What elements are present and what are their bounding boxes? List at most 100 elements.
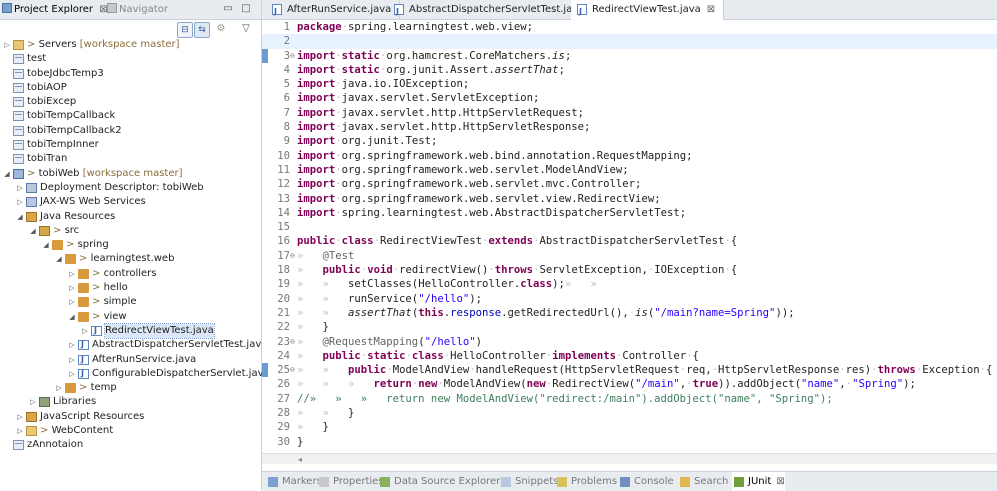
expanded-arrow-icon[interactable]: ◢ [55, 252, 63, 266]
collapsed-arrow-icon[interactable]: ▷ [16, 424, 24, 438]
collapsed-arrow-icon[interactable]: ▷ [3, 38, 11, 52]
tree-item[interactable]: ▷ JavaScript Resources [0, 410, 261, 424]
tree-item[interactable]: tobiTempCallback2 [0, 124, 261, 138]
code-editor[interactable]: 1 package·spring.learningtest.web.view; 2 3… [262, 20, 997, 453]
code-line[interactable]: 10 import·org.springframework.web.bind.an… [262, 149, 997, 163]
bottom-tab-search[interactable]: Search [678, 472, 728, 491]
tree-item[interactable]: tobiTempCallback [0, 109, 261, 123]
link-with-editor-icon[interactable]: ⇆ [194, 22, 210, 38]
tree-item[interactable]: ▷ > simple [0, 295, 261, 309]
tree-item[interactable]: ▷ RedirectViewTest.java [0, 322, 261, 340]
code-line[interactable]: 2 [262, 34, 997, 49]
tree-item[interactable]: tobeJdbcTemp3 [0, 67, 261, 81]
tree-item[interactable]: ▷ > WebContent [0, 424, 261, 438]
bottom-tab-markers[interactable]: Markers [266, 472, 322, 491]
collapsed-arrow-icon[interactable]: ▷ [68, 267, 76, 281]
code-line[interactable]: 1 package·spring.learningtest.web.view; [262, 20, 997, 34]
bottom-tab-data-source-explorer[interactable]: Data Source Explorer [378, 472, 500, 491]
code-line[interactable]: 11 import·org.springframework.web.servlet… [262, 163, 997, 177]
code-line[interactable]: 15 [262, 220, 997, 234]
tree-item[interactable]: ▷ > hello [0, 281, 261, 295]
collapsed-arrow-icon[interactable]: ▷ [55, 381, 63, 395]
tab-project-explorer[interactable]: Project Explorer ⊠ [2, 0, 108, 19]
collapse-all-icon[interactable]: ⊟ [177, 22, 193, 38]
collapsed-arrow-icon[interactable]: ▷ [81, 324, 89, 338]
tree-item[interactable]: ◢ > tobiWeb [workspace master] [0, 167, 261, 181]
tree-item[interactable]: tobiTempInner [0, 138, 261, 152]
tree-item[interactable]: ◢ > learningtest.web [0, 252, 261, 266]
code-line[interactable]: 7 import·javax.servlet.http.HttpServletRe… [262, 106, 997, 120]
close-icon[interactable]: ⊠ [776, 476, 784, 487]
ruler-marker[interactable] [262, 48, 268, 63]
tree-item[interactable]: ▷ AfterRunService.java [0, 353, 261, 367]
collapsed-arrow-icon[interactable]: ▷ [68, 295, 76, 309]
code-line[interactable]: 29 » } [262, 420, 997, 434]
code-line[interactable]: 14 import·spring.learningtest.web.Abstrac… [262, 206, 997, 220]
tree-item[interactable]: ▷ Deployment Descriptor: tobiWeb [0, 181, 261, 195]
code-line[interactable]: 28 » » } [262, 406, 997, 420]
collapsed-arrow-icon[interactable]: ▷ [16, 195, 24, 209]
code-line[interactable]: 18 » public·void·redirectView()·throws·Se… [262, 263, 997, 277]
bottom-tab-junit[interactable]: JUnit ⊠ [732, 472, 785, 491]
minimize-icon[interactable]: ▭ [222, 3, 234, 15]
tree-item[interactable]: ▷ > Servers [workspace master] [0, 38, 261, 52]
chevron-down-icon[interactable]: ▽ [240, 23, 252, 35]
editor-tab-afterrunservice[interactable]: AfterRunService.java [266, 0, 401, 21]
tree-item[interactable]: ▷ Libraries [0, 395, 261, 409]
tree-item[interactable]: ▷ ConfigurableDispatcherServlet.java [0, 367, 269, 381]
tree-item[interactable]: ◢ Java Resources [0, 210, 261, 224]
tree-item[interactable]: zAnnotaion [0, 438, 261, 452]
code-line[interactable]: 8 import·javax.servlet.http.HttpServletRe… [262, 120, 997, 134]
collapsed-arrow-icon[interactable]: ▷ [68, 281, 76, 295]
tree-item[interactable]: ▷ > temp [0, 381, 261, 395]
collapsed-arrow-icon[interactable]: ▷ [68, 353, 76, 367]
code-line[interactable]: 19 » » setClasses(HelloController.class);… [262, 277, 997, 291]
code-line[interactable]: 27 //» » » return new ModelAndView("redir… [262, 392, 997, 406]
code-line[interactable]: 17» @Test [262, 249, 997, 264]
tree-item[interactable]: ▷ AbstractDispatcherServletTest.java [0, 338, 267, 352]
expanded-arrow-icon[interactable]: ◢ [68, 310, 76, 324]
maximize-icon[interactable]: □ [240, 3, 252, 15]
code-line[interactable]: 4 import·static·org.junit.Assert.assertTh… [262, 63, 997, 77]
tree-item[interactable]: ◢ > src [0, 224, 261, 238]
code-line[interactable]: 3import·static·org.hamcrest.CoreMatchers… [262, 48, 997, 63]
code-line[interactable]: 30} [262, 435, 997, 449]
tab-navigator[interactable]: Navigator [107, 0, 168, 19]
editor-tab-redirectviewtest[interactable]: RedirectViewTest.java⊠ [571, 0, 725, 21]
tree-item[interactable]: ▷ JAX-WS Web Services [0, 195, 261, 209]
collapsed-arrow-icon[interactable]: ▷ [16, 181, 24, 195]
collapsed-arrow-icon[interactable]: ▷ [29, 395, 37, 409]
tree-item[interactable]: ▷ > controllers [0, 267, 261, 281]
collapsed-arrow-icon[interactable]: ▷ [68, 338, 76, 352]
horizontal-scrollbar[interactable]: ◂ [262, 453, 997, 464]
code-line[interactable]: 25» » public·ModelAndView·handleRequest(… [262, 363, 997, 378]
editor-tab-abstractdispatcherservlettest[interactable]: AbstractDispatcherServletTest.java [388, 0, 594, 21]
tree-item[interactable]: tobiExcep [0, 95, 261, 109]
code-line[interactable]: 12 import·org.springframework.web.servlet… [262, 177, 997, 191]
expanded-arrow-icon[interactable]: ◢ [42, 238, 50, 252]
code-line[interactable]: 6 import·javax.servlet.ServletException; [262, 91, 997, 105]
bottom-tab-problems[interactable]: Problems [555, 472, 617, 491]
collapsed-arrow-icon[interactable]: ▷ [68, 367, 76, 381]
code-line[interactable]: 16 public·class·RedirectViewTest·extends·… [262, 234, 997, 248]
expanded-arrow-icon[interactable]: ◢ [29, 224, 37, 238]
expanded-arrow-icon[interactable]: ◢ [3, 167, 11, 181]
code-line[interactable]: 22 » } [262, 320, 997, 334]
bottom-tab-console[interactable]: Console [618, 472, 674, 491]
tree-item[interactable]: ◢ > spring [0, 238, 261, 252]
expanded-arrow-icon[interactable]: ◢ [16, 210, 24, 224]
code-line[interactable]: 21 » » assertThat(this.response.getRedire… [262, 306, 997, 320]
bottom-tab-snippets[interactable]: Snippets [499, 472, 558, 491]
scroll-left-icon[interactable]: ◂ [298, 455, 302, 464]
collapsed-arrow-icon[interactable]: ▷ [16, 410, 24, 424]
code-line[interactable]: 26 » » » return·new·ModelAndView(new·Redi… [262, 377, 997, 391]
tree-item[interactable]: test [0, 52, 261, 66]
close-icon[interactable]: ⊠ [707, 4, 715, 15]
ruler-marker[interactable] [262, 363, 268, 378]
tree-item[interactable]: ◢ > view [0, 310, 261, 324]
code-line[interactable]: 13 import·org.springframework.web.servlet… [262, 192, 997, 206]
code-line[interactable]: 23» @RequestMapping("/hello") [262, 335, 997, 350]
view-menu-icon[interactable]: ⚙ [215, 23, 227, 35]
code-line[interactable]: 9 import·org.junit.Test; [262, 134, 997, 148]
bottom-tab-properties[interactable]: Properties [317, 472, 384, 491]
